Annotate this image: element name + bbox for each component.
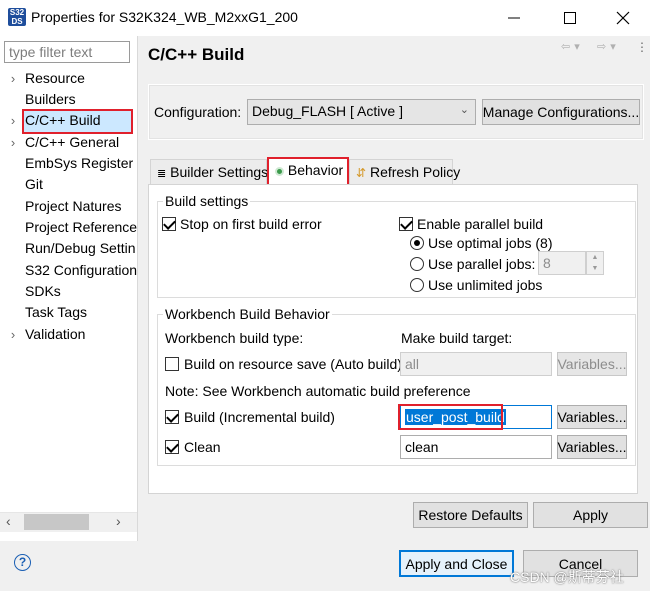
optimal-jobs-radio[interactable] <box>410 236 424 250</box>
configuration-label: Configuration: <box>154 104 242 120</box>
clean-target-input[interactable]: clean <box>400 435 552 459</box>
sidebar-item-embsys[interactable]: EmbSys Register V <box>0 153 146 174</box>
incremental-build-label: Build (Incremental build) <box>184 409 335 425</box>
sidebar-item-resource[interactable]: › Resource <box>0 68 85 89</box>
sidebar-item-task-tags[interactable]: Task Tags <box>0 302 87 323</box>
optimal-jobs-label: Use optimal jobs (8) <box>428 235 553 251</box>
stop-on-error-checkbox[interactable] <box>162 217 176 231</box>
clean-variables-button[interactable]: Variables... <box>557 435 627 459</box>
enable-parallel-checkbox[interactable] <box>399 217 413 231</box>
maximize-icon[interactable] <box>556 4 584 32</box>
scroll-left-icon[interactable]: ‹ <box>6 513 11 529</box>
sidebar-item-cc-general[interactable]: › C/C++ General <box>0 132 119 153</box>
minimize-icon[interactable] <box>500 4 528 32</box>
behavior-tab-highlight <box>267 157 349 187</box>
unlimited-jobs-label: Use unlimited jobs <box>428 277 543 293</box>
apply-button[interactable]: Apply <box>533 502 648 528</box>
clean-checkbox[interactable] <box>165 440 179 454</box>
incremental-target-highlight <box>398 404 503 430</box>
tab-refresh-policy[interactable]: ⇵ Refresh Policy <box>349 159 460 185</box>
refresh-icon: ⇵ <box>356 166 367 180</box>
chevron-right-icon[interactable]: › <box>6 132 20 153</box>
sidebar-item-sdks[interactable]: SDKs <box>0 281 61 302</box>
sidebar-item-cc-build[interactable]: › C/C++ Build <box>0 110 101 131</box>
help-icon[interactable]: ? <box>14 554 31 571</box>
more-menu-icon[interactable]: ⋮ <box>636 40 648 54</box>
sidebar-item-run-debug[interactable]: Run/Debug Settin <box>0 238 136 259</box>
configuration-value: Debug_FLASH [ Active ] <box>252 103 403 119</box>
build-settings-title: Build settings <box>163 193 251 209</box>
parallel-jobs-radio[interactable] <box>410 257 424 271</box>
stop-on-error-label: Stop on first build error <box>180 216 322 232</box>
incremental-build-checkbox[interactable] <box>165 410 179 424</box>
apply-and-close-button[interactable]: Apply and Close <box>399 550 514 577</box>
enable-parallel-label: Enable parallel build <box>417 216 544 232</box>
back-nav-icon[interactable]: ⇦▾ <box>561 40 584 53</box>
sidebar-item-project-natures[interactable]: Project Natures <box>0 196 121 217</box>
window-title: Properties for S32K324_WB_M2xxG1_200 <box>31 9 298 25</box>
incremental-variables-button[interactable]: Variables... <box>557 405 627 429</box>
parallel-jobs-stepper[interactable]: ▲ ▼ <box>586 251 604 275</box>
chevron-right-icon[interactable]: › <box>6 324 20 345</box>
sidebar-item-s32-config[interactable]: S32 Configuration <box>0 260 137 281</box>
workbench-note: Note: See Workbench automatic build pref… <box>165 383 471 399</box>
parallel-jobs-label: Use parallel jobs: <box>428 256 536 272</box>
restore-defaults-button[interactable]: Restore Defaults <box>413 502 528 528</box>
make-target-label: Make build target: <box>401 330 513 346</box>
sidebar-item-validation[interactable]: › Validation <box>0 324 86 345</box>
chevron-right-icon[interactable]: › <box>6 68 20 89</box>
tab-builder-settings[interactable]: ≣ Builder Settings <box>150 159 268 185</box>
workbench-title: Workbench Build Behavior <box>163 306 332 322</box>
auto-build-target-input[interactable]: all <box>400 352 552 376</box>
filter-input[interactable]: type filter text <box>4 41 130 63</box>
watermark: CSDN @斯蒂芬社 <box>510 569 624 585</box>
auto-build-variables-button[interactable]: Variables... <box>557 352 627 376</box>
sidebar-tree: › Resource Builders › C/C++ Build › C/C++ G… <box>0 68 147 368</box>
parallel-jobs-input[interactable]: 8 <box>538 251 586 275</box>
scroll-right-icon[interactable]: › <box>116 513 121 529</box>
forward-nav-icon[interactable]: ⇨▾ <box>597 40 620 53</box>
manage-configurations-button[interactable]: Manage Configurations... <box>482 99 640 125</box>
unlimited-jobs-radio[interactable] <box>410 278 424 292</box>
build-type-label: Workbench build type: <box>165 330 304 346</box>
auto-build-checkbox[interactable] <box>165 357 179 371</box>
chevron-right-icon[interactable]: › <box>6 110 20 131</box>
auto-build-label: Build on resource save (Auto build) <box>184 356 402 372</box>
configuration-select[interactable]: Debug_FLASH [ Active ] ⌄ <box>247 99 476 125</box>
page-title: C/C++ Build <box>148 45 245 64</box>
sidebar-item-project-references[interactable]: Project References <box>0 217 144 238</box>
sidebar-item-builders[interactable]: Builders <box>0 89 76 110</box>
app-icon: S32 DS <box>8 8 26 26</box>
clean-label: Clean <box>184 439 221 455</box>
list-icon: ≣ <box>157 168 167 180</box>
scrollbar-thumb[interactable] <box>24 514 89 530</box>
chevron-down-icon: ⌄ <box>459 104 469 116</box>
close-icon[interactable] <box>609 4 637 32</box>
sidebar-item-git[interactable]: Git <box>0 174 43 195</box>
